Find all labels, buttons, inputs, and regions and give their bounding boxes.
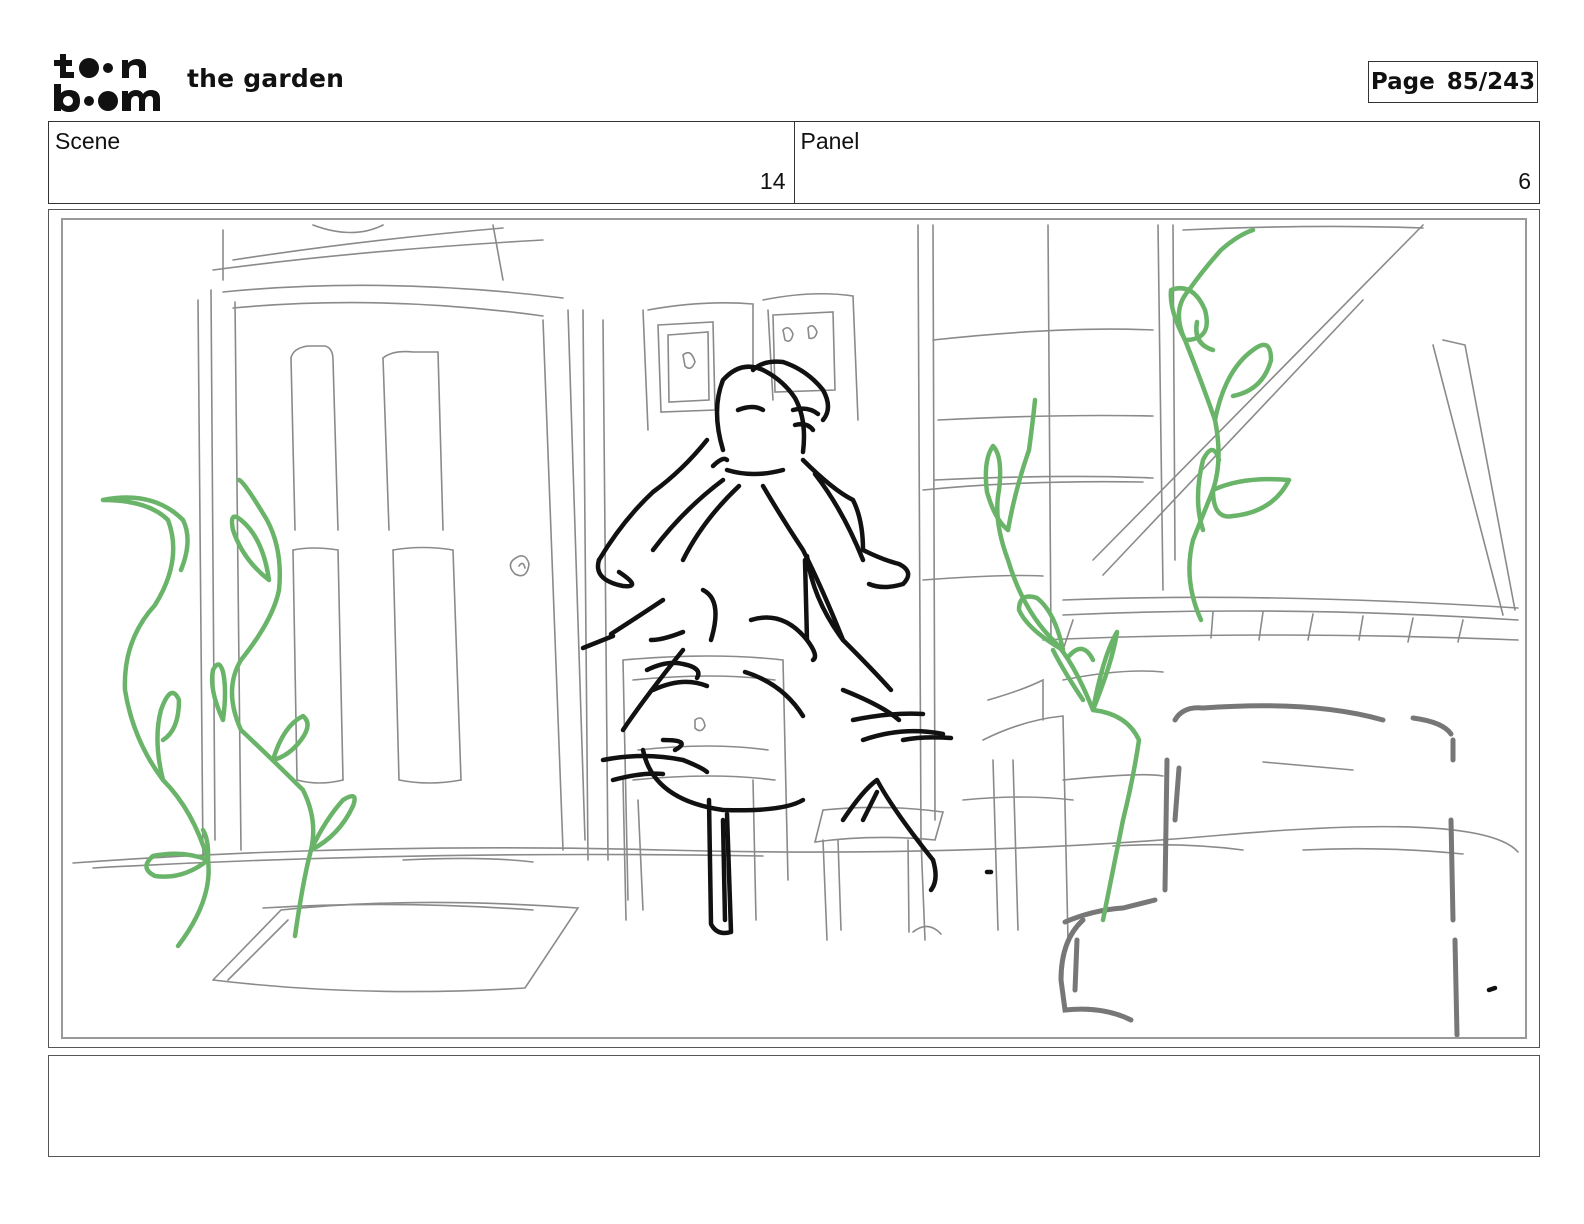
scene-panel-info: Scene 14 Panel 6	[48, 121, 1540, 204]
panel-label: Panel	[800, 128, 860, 154]
caption-box	[48, 1055, 1540, 1157]
page-number: 85/243	[1446, 69, 1536, 95]
scene-value: 14	[759, 168, 786, 194]
sketch-drawing	[72, 224, 1519, 1037]
storyboard-panel-frame	[48, 209, 1540, 1048]
background-sketch	[72, 224, 1519, 993]
plants	[100, 227, 1292, 949]
panel-cell: Panel 6	[793, 122, 1540, 203]
page-indicator: Page 85/243	[1368, 61, 1538, 103]
panel-value: 6	[1518, 168, 1531, 194]
storyboard-drawing-area	[61, 218, 1527, 1039]
scene-cell: Scene 14	[49, 122, 794, 203]
couch-outline	[1058, 703, 1460, 1037]
toon-boom-logo	[52, 50, 164, 112]
scene-label: Scene	[55, 128, 121, 154]
project-title: the garden	[187, 64, 345, 93]
page-label: Page	[1370, 69, 1435, 95]
